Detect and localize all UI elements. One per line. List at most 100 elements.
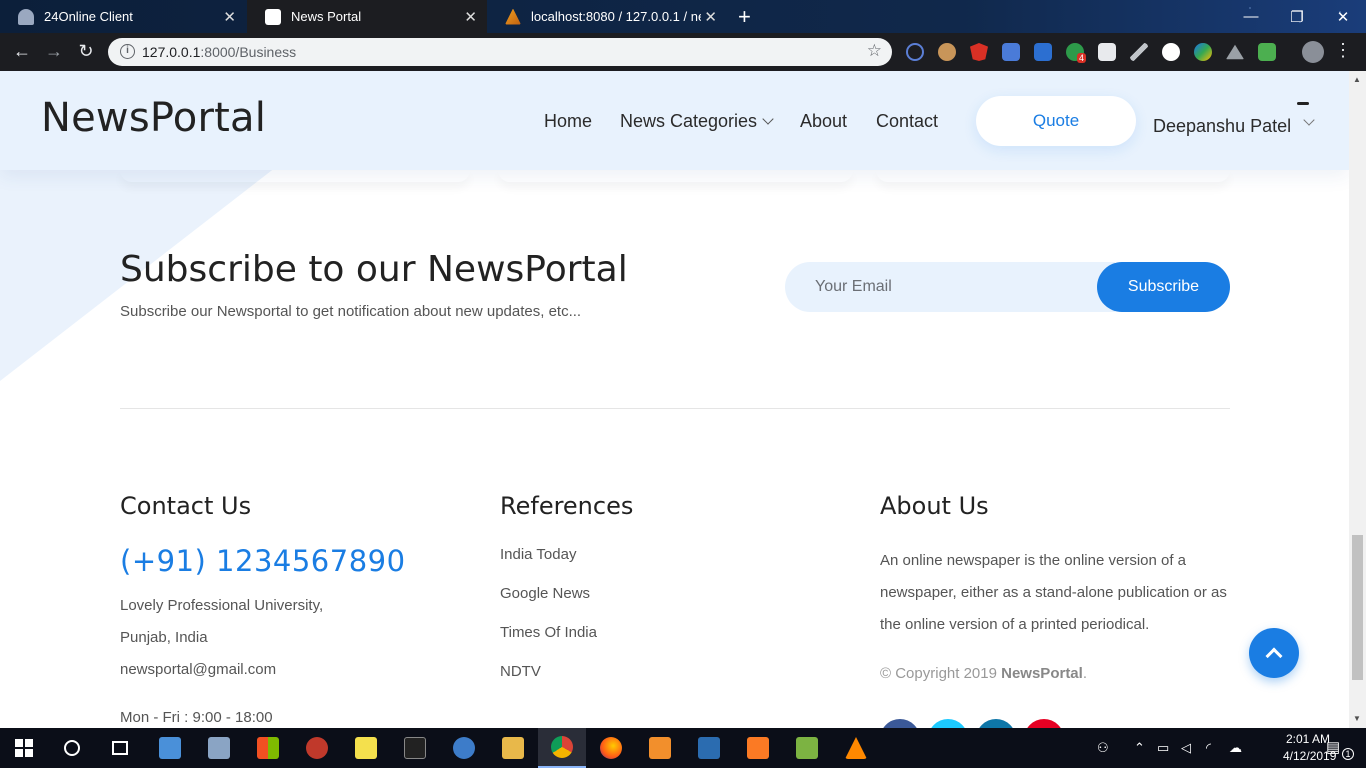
notification-count-badge: 1 [1342, 748, 1354, 760]
taskbar-app[interactable] [734, 728, 782, 768]
linkedin-icon[interactable] [976, 719, 1016, 728]
menu-kebab-icon[interactable]: ⋮ [1332, 40, 1354, 61]
nav-about[interactable]: About [800, 111, 847, 132]
cloud-icon[interactable]: ☁ [1229, 740, 1242, 756]
chevron-up-icon [1265, 647, 1283, 665]
cors-extension-icon[interactable] [1258, 43, 1276, 61]
page-scrollbar[interactable]: ▲ ▼ [1349, 71, 1366, 728]
chrome-icon [551, 736, 573, 758]
info-icon[interactable]: i [120, 44, 135, 59]
close-icon[interactable]: ✕ [464, 8, 477, 26]
task-view-icon [112, 741, 128, 755]
cookie-extension-icon[interactable] [938, 43, 956, 61]
clock-extension-icon[interactable] [1162, 43, 1180, 61]
taskbar-app[interactable] [783, 728, 831, 768]
nav-contact[interactable]: Contact [876, 111, 938, 132]
quote-button[interactable]: Quote [976, 96, 1136, 146]
wifi-icon[interactable]: ◜ [1206, 740, 1211, 756]
pen-extension-icon[interactable] [1130, 43, 1148, 61]
site-logo[interactable]: NewsPortal [41, 95, 266, 141]
address-bar[interactable]: i 127.0.0.1:8000/Business ☆ [108, 38, 892, 66]
taskbar-app[interactable] [195, 728, 243, 768]
user-menu[interactable]: Deepanshu Patel [1153, 116, 1291, 137]
volume-icon[interactable]: ◁ [1181, 740, 1191, 756]
extension-icon[interactable] [906, 43, 924, 61]
taskbar-app[interactable] [685, 728, 733, 768]
pinterest-icon[interactable] [1024, 719, 1064, 728]
translate-extension-icon[interactable] [1002, 43, 1020, 61]
phpmyadmin-favicon-icon [505, 8, 521, 25]
nav-home[interactable]: Home [544, 111, 592, 132]
close-window-button[interactable]: ✕ [1320, 0, 1366, 33]
chevron-up-icon[interactable]: ⌃ [1134, 740, 1145, 756]
contact-hours: Mon - Fri : 9:00 - 18:00 [120, 709, 273, 726]
people-icon[interactable]: ⚇ [1097, 740, 1109, 756]
reference-link-google-news[interactable]: Google News [500, 585, 590, 602]
sublime-text-icon [649, 737, 671, 759]
restore-button[interactable]: ❐ [1274, 0, 1320, 33]
taskbar-app[interactable] [342, 728, 390, 768]
contacts-app-icon [159, 737, 181, 759]
search-icon [64, 740, 80, 756]
url-host: 127.0.0.1 [142, 44, 201, 60]
globe-extension-icon[interactable] [1194, 43, 1212, 61]
task-view-button[interactable] [96, 728, 144, 768]
nav-news-categories[interactable]: News Categories [620, 111, 772, 132]
twitter-icon[interactable] [928, 719, 968, 728]
copyright-brand[interactable]: NewsPortal [1001, 665, 1083, 682]
bookmark-star-icon[interactable]: ☆ [867, 41, 882, 61]
tab-phpmyadmin[interactable]: localhost:8080 / 127.0.0.1 / newsp ✕ [487, 0, 727, 33]
chevron-down-icon[interactable] [1303, 114, 1315, 126]
firefox-icon [600, 737, 622, 759]
close-icon[interactable]: ✕ [223, 8, 236, 26]
copyright-text: © Copyright 2019 NewsPortal. [880, 665, 1087, 682]
ip-extension-icon[interactable] [1034, 43, 1052, 61]
qbittorrent-icon [453, 737, 475, 759]
contact-email[interactable]: newsportal@gmail.com [120, 661, 276, 678]
new-tab-button[interactable]: + [738, 4, 751, 30]
forward-button[interactable]: → [43, 41, 65, 62]
terminal-icon [404, 737, 426, 759]
scroll-to-top-button[interactable] [1249, 628, 1299, 678]
taskbar-app[interactable] [391, 728, 439, 768]
user-indicator-icon [1297, 102, 1309, 105]
section-divider [120, 408, 1230, 409]
reference-link-times-of-india[interactable]: Times Of India [500, 624, 597, 641]
subscribe-description: Subscribe our Newsportal to get notifica… [120, 303, 582, 320]
taskbar-app[interactable] [293, 728, 341, 768]
taskbar-app[interactable] [587, 728, 635, 768]
taskbar-app[interactable] [146, 728, 194, 768]
taskbar-app-chrome[interactable] [538, 728, 586, 768]
reload-button[interactable]: ↻ [75, 41, 97, 62]
shield-extension-icon[interactable] [970, 43, 988, 61]
facebook-icon[interactable] [880, 719, 920, 728]
start-button[interactable] [0, 728, 48, 768]
file-explorer-icon [502, 737, 524, 759]
taskbar-app[interactable] [244, 728, 292, 768]
drive-extension-icon[interactable] [1226, 44, 1244, 60]
tab-24online[interactable]: 24Online Client ✕ [0, 0, 246, 33]
back-button[interactable]: ← [11, 41, 33, 62]
close-icon[interactable]: ✕ [704, 8, 717, 26]
taskbar-app[interactable] [440, 728, 488, 768]
profile-avatar[interactable] [1302, 41, 1324, 63]
taskbar-app[interactable] [832, 728, 880, 768]
scroll-up-arrow-icon[interactable]: ▲ [1353, 75, 1361, 84]
card-shadow [120, 170, 470, 182]
reference-link-ndtv[interactable]: NDTV [500, 663, 541, 680]
taskbar-app[interactable] [636, 728, 684, 768]
tab-news-portal[interactable]: News Portal ✕ [247, 0, 487, 33]
scrollbar-thumb[interactable] [1352, 535, 1363, 680]
document-extension-icon[interactable] [1098, 43, 1116, 61]
notification-center-icon[interactable]: ▤ [1326, 738, 1340, 756]
email-input[interactable] [785, 262, 1115, 312]
taskbar-app[interactable] [489, 728, 537, 768]
scroll-down-arrow-icon[interactable]: ▼ [1353, 714, 1361, 723]
subscribe-button[interactable]: Subscribe [1097, 262, 1230, 312]
windows-taskbar: ⚇ ⌃ ▭ ◁ ◜ ☁ 2:01 AM 4/12/2019 ▤ 1 [0, 728, 1366, 768]
contact-phone[interactable]: (+91) 1234567890 [120, 544, 406, 578]
search-button[interactable] [48, 728, 96, 768]
battery-icon[interactable]: ▭ [1157, 740, 1169, 756]
reference-link-india-today[interactable]: India Today [500, 546, 576, 563]
minimize-button[interactable]: — [1228, 0, 1274, 33]
